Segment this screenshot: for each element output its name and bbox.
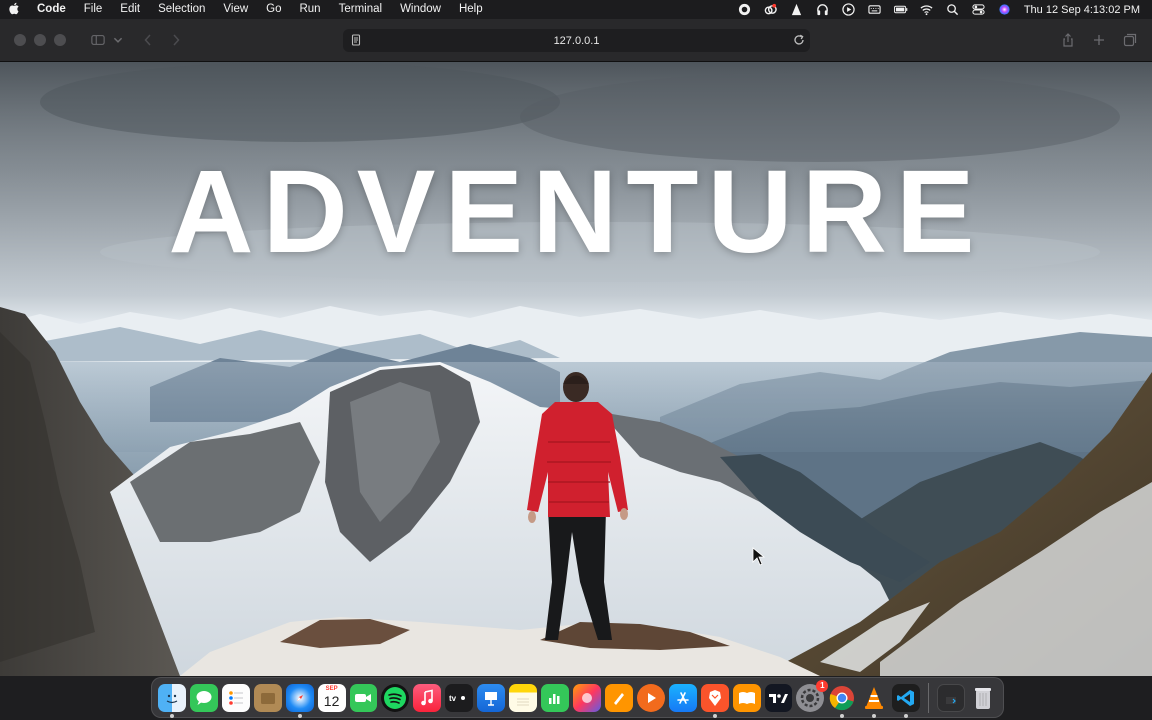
- minimize-window-button[interactable]: [34, 34, 46, 46]
- notes-folder-icon[interactable]: [253, 683, 282, 712]
- headphones-icon[interactable]: [810, 0, 836, 19]
- apple-tv-icon[interactable]: tv: [445, 683, 474, 712]
- forward-button[interactable]: [162, 27, 190, 53]
- running-indicator: [170, 713, 174, 718]
- apple-menu-icon[interactable]: [0, 2, 28, 18]
- notes-icon[interactable]: [509, 683, 538, 712]
- notification-badge: 1: [816, 679, 829, 692]
- vscode-icon[interactable]: [892, 683, 921, 718]
- url-text: 127.0.0.1: [553, 34, 600, 47]
- facetime-icon[interactable]: [349, 683, 378, 712]
- app-store-icon[interactable]: [668, 683, 697, 712]
- menu-bar: Code File Edit Selection View Go Run Ter…: [0, 0, 1152, 19]
- menu-selection[interactable]: Selection: [149, 0, 214, 19]
- toolbar-right: [1054, 27, 1144, 53]
- finder-icon[interactable]: [158, 683, 186, 718]
- sidebar-toggle-icon[interactable]: [84, 27, 112, 53]
- spotify-icon[interactable]: [381, 683, 410, 712]
- new-tab-icon[interactable]: [1085, 27, 1113, 53]
- menu-edit[interactable]: Edit: [111, 0, 149, 19]
- pages-icon[interactable]: [604, 683, 633, 712]
- back-button[interactable]: [134, 27, 162, 53]
- vlc-icon[interactable]: [784, 0, 810, 19]
- keynote-icon[interactable]: [477, 683, 506, 712]
- running-indicator: [712, 713, 717, 718]
- window-controls: [14, 34, 66, 46]
- vlc-dock-icon[interactable]: [860, 684, 888, 718]
- running-indicator: [904, 713, 909, 718]
- numbers-icon[interactable]: [541, 683, 569, 712]
- zoom-window-button[interactable]: [54, 34, 66, 46]
- running-indicator: [840, 713, 845, 718]
- search-icon[interactable]: [940, 0, 966, 19]
- browser-toolbar: 127.0.0.1: [0, 19, 1152, 62]
- battery-icon[interactable]: [888, 0, 914, 19]
- chevron-down-icon[interactable]: [112, 27, 124, 53]
- record-icon[interactable]: [732, 0, 758, 19]
- calendar-icon[interactable]: SEP 12: [317, 683, 346, 712]
- music-icon[interactable]: [413, 683, 442, 712]
- creative-cloud-icon[interactable]: [758, 0, 784, 19]
- infuse-icon[interactable]: [636, 683, 665, 712]
- reminders-icon[interactable]: [221, 683, 250, 712]
- messages-icon[interactable]: [189, 683, 218, 712]
- menu-app-name[interactable]: Code: [28, 0, 75, 19]
- trash-icon[interactable]: [969, 684, 997, 712]
- menu-file[interactable]: File: [75, 0, 112, 19]
- downloads-stack-icon[interactable]: [937, 683, 966, 712]
- share-icon[interactable]: [1054, 27, 1082, 53]
- running-indicator: [872, 713, 877, 718]
- hero-section: ADVENTURE: [0, 62, 1152, 676]
- svg-text:tv: tv: [449, 694, 457, 703]
- safari-icon[interactable]: [285, 683, 314, 718]
- books-icon[interactable]: [732, 683, 761, 712]
- pixelmator-icon[interactable]: [572, 683, 601, 712]
- keyboard-icon[interactable]: [862, 0, 888, 19]
- hero-title: ADVENTURE: [168, 146, 984, 278]
- control-center-icon[interactable]: [966, 0, 992, 19]
- menu-window[interactable]: Window: [391, 0, 450, 19]
- reload-icon[interactable]: [792, 33, 806, 47]
- status-area: Thu 12 Sep 4:13:02 PM: [732, 0, 1152, 19]
- page-icon: [351, 34, 361, 46]
- tradingview-icon[interactable]: [764, 683, 793, 712]
- brave-icon[interactable]: [700, 683, 729, 718]
- menu-run[interactable]: Run: [290, 0, 329, 19]
- address-bar[interactable]: 127.0.0.1: [343, 29, 810, 52]
- play-circle-icon[interactable]: [836, 0, 862, 19]
- siri-icon[interactable]: [992, 0, 1018, 19]
- tab-overview-icon[interactable]: [1116, 27, 1144, 53]
- menu-terminal[interactable]: Terminal: [330, 0, 391, 19]
- menu-help[interactable]: Help: [450, 0, 492, 19]
- dock-separator: [928, 682, 930, 713]
- chrome-icon[interactable]: [828, 684, 856, 718]
- system-settings-icon[interactable]: 1: [796, 679, 829, 712]
- menu-go[interactable]: Go: [257, 0, 290, 19]
- dock: SEP 12 tv 1: [151, 677, 1004, 718]
- calendar-day: 12: [323, 692, 340, 709]
- running-indicator: [297, 713, 302, 718]
- calendar-month: SEP: [325, 685, 338, 692]
- close-window-button[interactable]: [14, 34, 26, 46]
- menu-clock[interactable]: Thu 12 Sep 4:13:02 PM: [1018, 4, 1152, 16]
- menu-view[interactable]: View: [214, 0, 257, 19]
- wifi-icon[interactable]: [914, 0, 940, 19]
